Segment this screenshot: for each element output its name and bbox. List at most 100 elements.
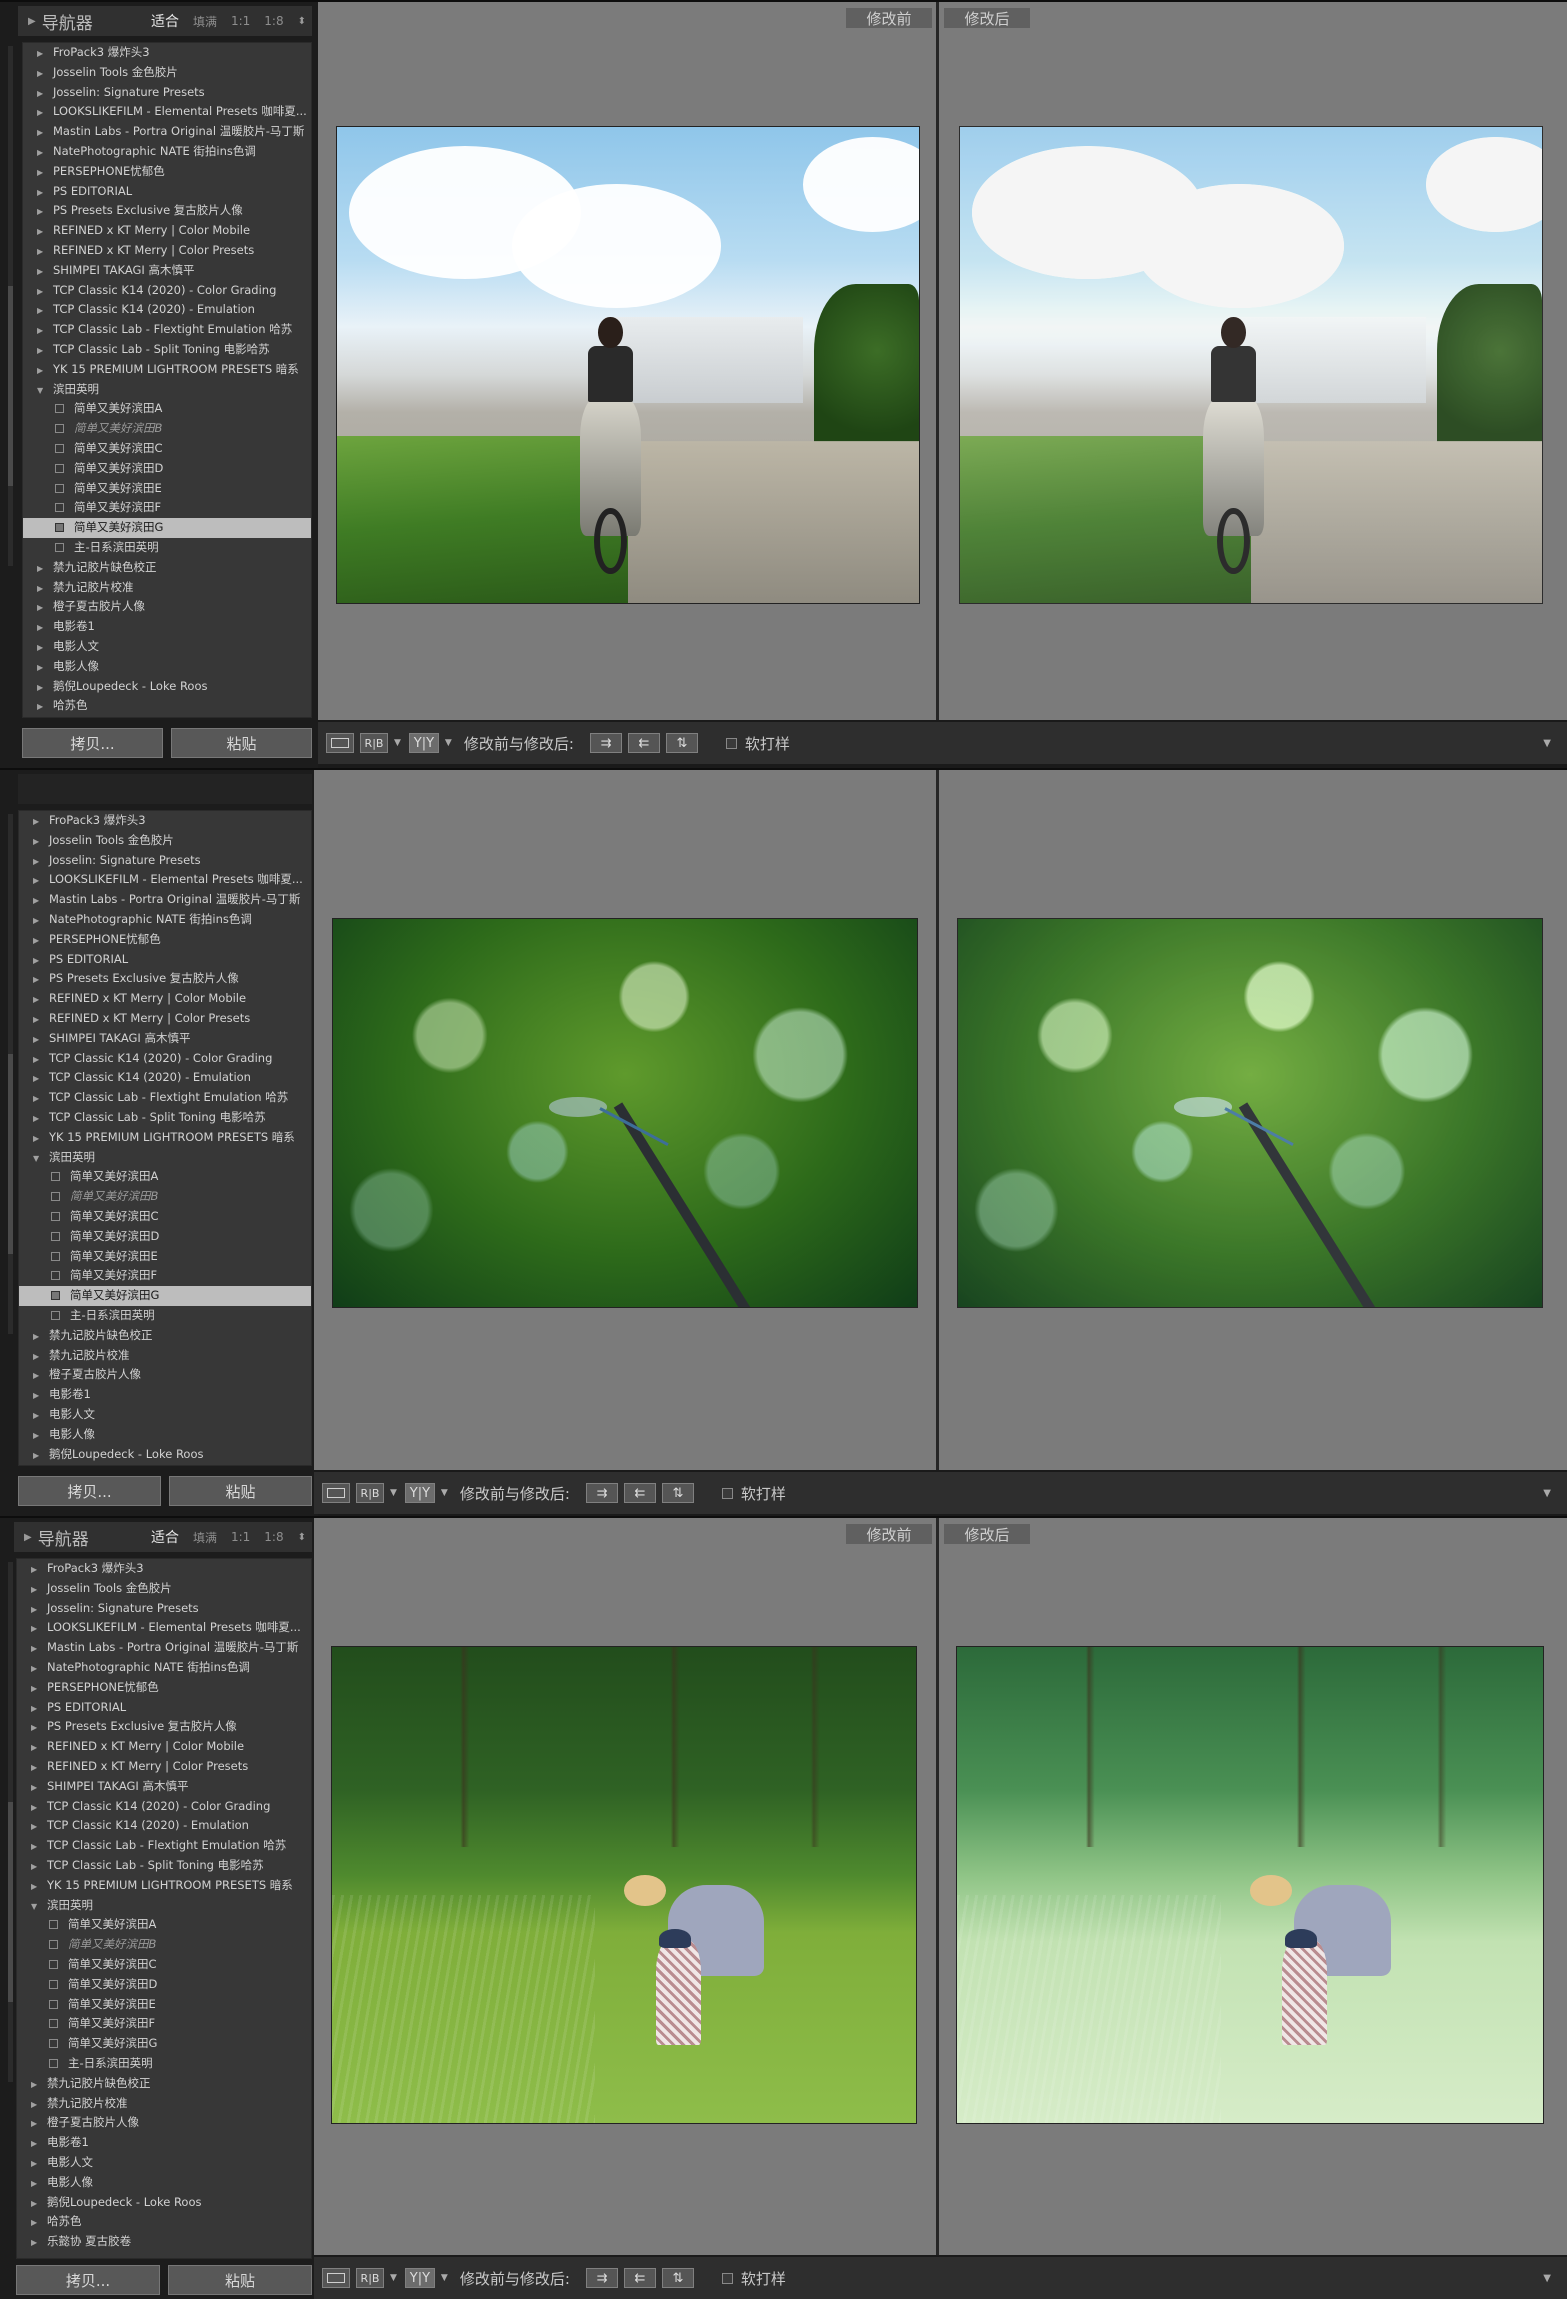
preset-item[interactable]: 简单又美好滨田C bbox=[19, 1207, 311, 1227]
preset-folder[interactable]: ▶ 鹅倪Loupedeck - Loke Roos bbox=[19, 1445, 311, 1465]
navigator-header-1[interactable]: ▶ 导航器 适合 填满 1:1 1:8 ⬍ bbox=[18, 6, 312, 36]
preset-item[interactable]: 简单又美好滨田F bbox=[19, 1266, 311, 1286]
preset-folder[interactable]: ▶ 电影卷1 bbox=[17, 2133, 311, 2153]
preset-item[interactable]: 简单又美好滨田G bbox=[23, 518, 311, 538]
preset-item[interactable]: 简单又美好滨田F bbox=[17, 2014, 311, 2034]
folder-expanded-icon[interactable]: ▼ bbox=[31, 1897, 41, 1916]
preset-folder[interactable]: ▶ FroPack3 爆炸头3 bbox=[17, 1559, 311, 1579]
view-caret-icon[interactable]: ▼ bbox=[390, 1488, 397, 1498]
copy-after-to-before-button[interactable]: ⇇ bbox=[627, 733, 660, 753]
preset-folder[interactable]: ▶ 禁九记胶片缺色校正 bbox=[17, 2074, 311, 2094]
preset-item[interactable]: 主-日系滨田英明 bbox=[19, 1306, 311, 1326]
preset-folder[interactable]: ▶ 电影人文 bbox=[19, 1405, 311, 1425]
preset-folder[interactable]: ▶ YK 15 PREMIUM LIGHTROOM PRESETS 暗系 bbox=[19, 1128, 311, 1148]
folder-collapsed-icon[interactable]: ▶ bbox=[33, 1465, 43, 1466]
folder-collapsed-icon[interactable]: ▶ bbox=[37, 282, 47, 301]
folder-collapsed-icon[interactable]: ▶ bbox=[33, 1386, 43, 1405]
zoom-1-1[interactable]: 1:1 bbox=[231, 1530, 250, 1544]
preset-folder[interactable]: ▶ FroPack3 爆炸头3 bbox=[23, 43, 311, 63]
preset-folder[interactable]: ▶ LOOKSLIKEFILM - Elemental Presets 咖啡夏..… bbox=[19, 870, 311, 890]
preset-folder[interactable]: ▶ 电影人文 bbox=[23, 637, 311, 657]
before-after-toggle[interactable]: Y|Y bbox=[404, 2268, 435, 2288]
preset-folder[interactable]: ▶ TCP Classic Lab - Split Toning 电影哈苏 bbox=[17, 1856, 311, 1876]
preset-folder[interactable]: ▼ 滨田英明 bbox=[17, 1896, 311, 1916]
zoom-fill[interactable]: 填满 bbox=[193, 13, 217, 30]
view-caret-icon[interactable]: ▼ bbox=[394, 738, 401, 748]
preset-folder[interactable]: ▶ 乐懿协 夏古胶卷 bbox=[17, 2232, 311, 2252]
scrollbar-thumb[interactable] bbox=[8, 286, 13, 486]
preset-folder[interactable]: ▶ REFINED x KT Merry | Color Presets bbox=[23, 241, 311, 261]
folder-collapsed-icon[interactable]: ▶ bbox=[31, 1699, 41, 1718]
preset-folder[interactable]: ▶ Mastin Labs - Portra Original 温暖胶片-马丁斯 bbox=[23, 122, 311, 142]
folder-collapsed-icon[interactable]: ▶ bbox=[31, 1758, 41, 1777]
folder-collapsed-icon[interactable]: ▶ bbox=[31, 2194, 41, 2213]
preset-folder[interactable]: ▶ PS EDITORIAL bbox=[23, 182, 311, 202]
folder-collapsed-icon[interactable]: ▶ bbox=[33, 990, 43, 1009]
folder-collapsed-icon[interactable]: ▶ bbox=[37, 242, 47, 261]
folder-collapsed-icon[interactable]: ▶ bbox=[37, 163, 47, 182]
folder-collapsed-icon[interactable]: ▶ bbox=[33, 1129, 43, 1148]
preset-item[interactable]: 简单又美好滨田A bbox=[17, 1915, 311, 1935]
folder-collapsed-icon[interactable]: ▶ bbox=[33, 1446, 43, 1465]
collapse-triangle-icon[interactable]: ▶ bbox=[28, 16, 36, 27]
folder-collapsed-icon[interactable]: ▶ bbox=[33, 1069, 43, 1088]
preset-folder[interactable]: ▶ 电影卷1 bbox=[19, 1385, 311, 1405]
folder-expanded-icon[interactable]: ▼ bbox=[37, 381, 47, 400]
preset-folder[interactable]: ▶ TCP Classic Lab - Flextight Emulation 哈… bbox=[19, 1088, 311, 1108]
preset-folder[interactable]: ▶ SHIMPEI TAKAGI 高木慎平 bbox=[17, 1777, 311, 1797]
folder-collapsed-icon[interactable]: ▶ bbox=[37, 638, 47, 657]
preset-folder[interactable]: ▶ 橙子夏古胶片人像 bbox=[23, 597, 311, 617]
folder-collapsed-icon[interactable]: ▶ bbox=[37, 84, 47, 103]
preset-folder[interactable]: ▶哈苏色 bbox=[23, 696, 311, 716]
preset-folder[interactable]: ▶ TCP Classic K14 (2020) - Emulation bbox=[19, 1068, 311, 1088]
preset-folder[interactable]: ▶ TCP Classic K14 (2020) - Color Grading bbox=[17, 1797, 311, 1817]
preset-item[interactable]: 主-日系滨田英明 bbox=[17, 2054, 311, 2074]
preset-folder[interactable]: ▶ REFINED x KT Merry | Color Presets bbox=[19, 1009, 311, 1029]
preset-folder[interactable]: ▶ NatePhotographic NATE 街拍ins色调 bbox=[17, 1658, 311, 1678]
preset-item[interactable]: 简单又美好滨田G bbox=[19, 1286, 311, 1306]
folder-collapsed-icon[interactable]: ▶ bbox=[31, 2154, 41, 2173]
folder-collapsed-icon[interactable]: ▶ bbox=[33, 931, 43, 950]
preset-item[interactable]: 主-日系滨田英明 bbox=[23, 538, 311, 558]
folder-collapsed-icon[interactable]: ▶ bbox=[31, 2114, 41, 2133]
paste-button[interactable]: 粘贴 bbox=[169, 1476, 312, 1506]
preset-folder[interactable]: ▶ 禁九记胶片校准 bbox=[17, 2094, 311, 2114]
preset-folder[interactable]: ▶ Mastin Labs - Portra Original 温暖胶片-马丁斯 bbox=[19, 890, 311, 910]
folder-collapsed-icon[interactable]: ▶ bbox=[33, 1089, 43, 1108]
preset-item[interactable]: 简单又美好滨田D bbox=[23, 459, 311, 479]
soft-proof-checkbox[interactable] bbox=[725, 737, 737, 749]
folder-collapsed-icon[interactable]: ▶ bbox=[37, 44, 47, 63]
left-right-view-button[interactable]: R|B bbox=[360, 733, 388, 753]
folder-collapsed-icon[interactable]: ▶ bbox=[33, 1109, 43, 1128]
navigator-header-3[interactable]: ▶ 导航器 适合 填满 1:1 1:8 ⬍ bbox=[14, 1522, 312, 1552]
folder-collapsed-icon[interactable]: ▶ bbox=[37, 321, 47, 340]
preset-folder[interactable]: ▶ TCP Classic Lab - Split Toning 电影哈苏 bbox=[23, 340, 311, 360]
preset-item[interactable]: 简单又美好滨田E bbox=[17, 1995, 311, 2015]
preset-folder[interactable]: ▶哈苏色 bbox=[19, 1464, 311, 1466]
paste-button[interactable]: 粘贴 bbox=[168, 2265, 312, 2295]
preset-folder[interactable]: ▶ 电影人像 bbox=[17, 2173, 311, 2193]
left-right-view-button[interactable]: R|B bbox=[356, 1483, 384, 1503]
preset-folder[interactable]: ▶ PS Presets Exclusive 复古胶片人像 bbox=[23, 201, 311, 221]
preset-folder[interactable]: ▶ LOOKSLIKEFILM - Elemental Presets 咖啡夏..… bbox=[17, 1618, 311, 1638]
copy-after-to-before-button[interactable]: ⇇ bbox=[623, 2268, 656, 2288]
mode-caret-icon[interactable]: ▼ bbox=[445, 738, 452, 748]
folder-collapsed-icon[interactable]: ▶ bbox=[37, 202, 47, 221]
folder-collapsed-icon[interactable]: ▶ bbox=[31, 1718, 41, 1737]
preset-folder[interactable]: ▶ SHIMPEI TAKAGI 高木慎平 bbox=[19, 1029, 311, 1049]
folder-collapsed-icon[interactable]: ▶ bbox=[37, 618, 47, 637]
folder-collapsed-icon[interactable]: ▶ bbox=[37, 579, 47, 598]
folder-collapsed-icon[interactable]: ▶ bbox=[31, 1857, 41, 1876]
preset-folder[interactable]: ▶ YK 15 PREMIUM LIGHTROOM PRESETS 暗系 bbox=[17, 1876, 311, 1896]
preset-item[interactable]: 简单又美好滨田A bbox=[19, 1167, 311, 1187]
panel-scrollbar[interactable] bbox=[8, 46, 13, 566]
folder-collapsed-icon[interactable]: ▶ bbox=[37, 559, 47, 578]
toolbar-menu-icon[interactable]: ▼ bbox=[1543, 2273, 1551, 2284]
preset-folder[interactable]: ▶ 电影卷1 bbox=[23, 617, 311, 637]
loupe-view-button[interactable] bbox=[322, 1483, 350, 1503]
zoom-1-1[interactable]: 1:1 bbox=[231, 14, 250, 28]
preset-folder[interactable]: ▶ FroPack3 爆炸头3 bbox=[19, 811, 311, 831]
preset-folder[interactable]: ▶ REFINED x KT Merry | Color Mobile bbox=[17, 1737, 311, 1757]
folder-expanded-icon[interactable]: ▼ bbox=[33, 1149, 43, 1168]
folder-collapsed-icon[interactable]: ▶ bbox=[33, 1030, 43, 1049]
